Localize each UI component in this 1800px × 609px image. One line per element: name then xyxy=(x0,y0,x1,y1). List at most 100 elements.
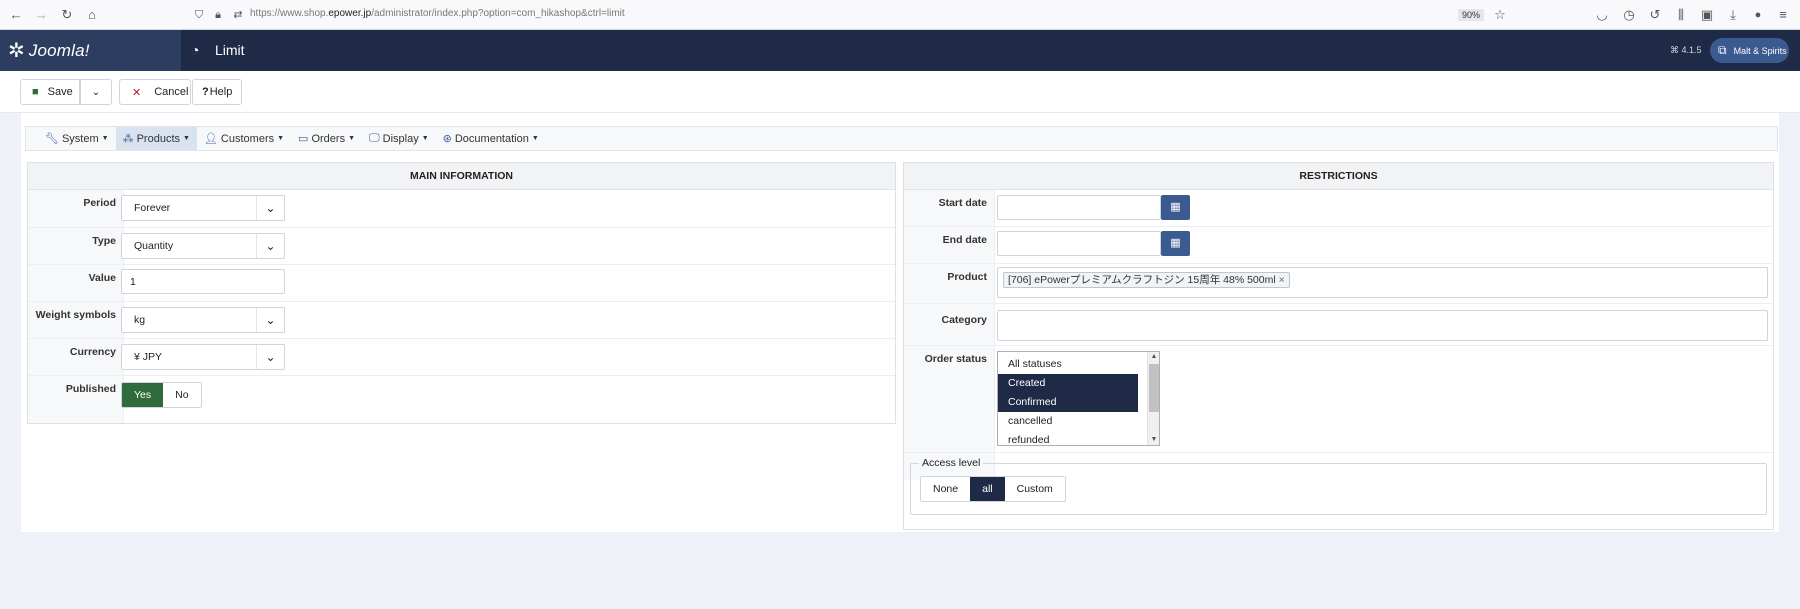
save-disk-icon: ■ xyxy=(32,86,39,98)
library-icon[interactable]: ⫼ xyxy=(1673,7,1689,23)
chevron-down-icon: ⌄ xyxy=(256,234,284,258)
product-multiselect[interactable]: [706] ePowerプレミアムクラフトジン 15周年 48% 500ml × xyxy=(997,267,1768,298)
zoom-level[interactable]: 90% xyxy=(1458,9,1485,21)
order-status-label: Order status xyxy=(924,353,987,365)
dashboard-gauge-icon: ◔ xyxy=(191,42,200,58)
forward-arrow-icon[interactable]: → xyxy=(33,7,49,23)
start-date-input[interactable] xyxy=(997,195,1161,220)
order-status-option[interactable]: Confirmed xyxy=(998,393,1138,412)
site-link-button[interactable]: ⧉ Malt & Spirits xyxy=(1710,38,1789,63)
version-label: ⌘ 4.1.5 xyxy=(1670,45,1702,55)
scroll-down-icon[interactable]: ▼ xyxy=(1148,435,1159,445)
type-row: Type Quantity ⌄ xyxy=(28,228,895,265)
menu-label: Documentation xyxy=(454,132,529,145)
currency-select[interactable]: ¥ JPY ⌄ xyxy=(121,344,285,370)
page-title: Limit xyxy=(215,42,245,58)
home-icon[interactable]: ⌂ xyxy=(84,7,100,23)
published-no-button[interactable]: No xyxy=(163,383,201,407)
reload-icon[interactable]: ↻ xyxy=(59,7,75,23)
permissions-icon[interactable]: ⇄ xyxy=(230,7,246,23)
chevron-down-icon: ⌄ xyxy=(91,86,101,98)
scroll-up-icon[interactable]: ▲ xyxy=(1148,352,1159,362)
weight-select[interactable]: kg ⌄ xyxy=(121,307,285,333)
lifebuoy-icon: ⊛ xyxy=(442,133,452,145)
value-row: Value 1 xyxy=(28,265,895,302)
scrollbar-thumb[interactable] xyxy=(1149,364,1159,412)
help-question-icon: ? xyxy=(202,86,209,98)
order-status-option[interactable]: cancelled xyxy=(998,412,1159,431)
cancel-label: Cancel xyxy=(154,86,189,98)
access-none-button[interactable]: None xyxy=(921,477,971,501)
cubes-icon: ⁂ xyxy=(122,133,134,145)
menu-item-system[interactable]: 🔧︎ System ▼ xyxy=(38,127,116,150)
user-icon: 👤︎ xyxy=(203,133,218,145)
end-date-row: End date ▦ xyxy=(904,227,1773,264)
history-icon[interactable]: ◷ xyxy=(1621,7,1637,23)
calendar-icon[interactable]: ▦ xyxy=(1161,195,1190,220)
menu-item-documentation[interactable]: ⊛ Documentation ▼ xyxy=(436,127,546,150)
menu-item-products[interactable]: ⁂ Products ▼ xyxy=(115,127,197,150)
address-bar[interactable]: https://www.shop.epower.jp/administrator… xyxy=(250,8,625,19)
weight-symbols-label: Weight symbols xyxy=(35,309,116,321)
product-tag: [706] ePowerプレミアムクラフトジン 15周年 48% 500ml × xyxy=(1003,272,1290,288)
type-select[interactable]: Quantity ⌄ xyxy=(121,233,285,259)
value-input[interactable]: 1 xyxy=(121,269,285,294)
published-label: Published xyxy=(65,383,116,395)
extensions-icon[interactable]: ⤓ xyxy=(1725,7,1741,23)
screenshot-icon[interactable]: ▣ xyxy=(1699,7,1715,23)
published-toggle: Yes No xyxy=(121,382,202,408)
order-status-option[interactable]: All statuses xyxy=(998,355,1159,374)
end-date-input[interactable] xyxy=(997,231,1161,256)
wrench-icon: 🔧︎ xyxy=(45,133,59,145)
menu-item-display[interactable]: 🖵︎ Display ▼ xyxy=(362,127,436,150)
start-date-row: Start date ▦ xyxy=(904,190,1773,227)
order-status-option[interactable]: refunded xyxy=(998,431,1159,445)
currency-value: ¥ JPY xyxy=(134,351,163,363)
menu-icon[interactable]: ≡ xyxy=(1775,7,1791,23)
help-button[interactable]: ? Help xyxy=(192,79,242,105)
pocket-icon[interactable]: ◡ xyxy=(1594,7,1610,23)
main-information-panel: MAIN INFORMATION Period Forever ⌄ Type Q… xyxy=(27,162,896,424)
url-domain: epower.jp xyxy=(328,8,372,19)
order-status-option[interactable]: Created xyxy=(998,374,1138,393)
end-date-label: End date xyxy=(942,234,987,246)
sync-icon[interactable]: ↺ xyxy=(1647,7,1663,23)
help-label: Help xyxy=(209,86,233,98)
published-yes-button[interactable]: Yes xyxy=(122,383,164,407)
save-dropdown-toggle[interactable]: ⌄ xyxy=(80,79,112,105)
cancel-button[interactable]: ✕ Cancel xyxy=(119,79,191,105)
credit-card-icon: ▭ xyxy=(298,133,309,145)
access-level-toggle: None all Custom xyxy=(920,476,1066,502)
save-label: Save xyxy=(47,86,73,98)
order-status-row: Order status All statuses Created Confir… xyxy=(904,346,1773,453)
order-status-listbox[interactable]: All statuses Created Confirmed cancelled… xyxy=(997,351,1160,446)
listbox-scrollbar[interactable]: ▲ ▼ xyxy=(1147,352,1159,445)
save-button[interactable]: ■ Save xyxy=(20,79,80,105)
type-value: Quantity xyxy=(134,240,174,252)
product-tag-label: [706] ePowerプレミアムクラフトジン 15周年 48% 500ml xyxy=(1008,274,1276,286)
restrictions-heading: RESTRICTIONS xyxy=(904,163,1773,190)
period-label: Period xyxy=(83,197,116,209)
back-arrow-icon[interactable]: ← xyxy=(8,7,24,23)
period-row: Period Forever ⌄ xyxy=(28,190,895,228)
access-custom-button[interactable]: Custom xyxy=(1004,477,1065,501)
category-input[interactable] xyxy=(997,310,1768,341)
access-all-button[interactable]: all xyxy=(970,477,1005,501)
lock-icon[interactable]: 🔒︎ xyxy=(210,7,226,23)
product-label: Product xyxy=(947,271,987,283)
remove-tag-icon[interactable]: × xyxy=(1279,274,1285,286)
menu-item-customers[interactable]: 👤︎ Customers ▼ xyxy=(197,127,291,150)
menu-item-orders[interactable]: ▭ Orders ▼ xyxy=(291,127,362,150)
account-icon[interactable]: ● xyxy=(1750,7,1766,23)
category-row: Category xyxy=(904,304,1773,346)
close-icon: ✕ xyxy=(132,86,142,99)
currency-row: Currency ¥ JPY ⌄ xyxy=(28,339,895,376)
bookmark-star-icon[interactable]: ☆ xyxy=(1492,7,1508,23)
url-path: /administrator/index.php?option=com_hika… xyxy=(371,8,625,19)
joomla-logo[interactable]: ✲ Joomla! xyxy=(0,30,181,71)
shield-icon[interactable]: ⛉ xyxy=(191,7,207,23)
joomla-logo-icon: ✲ xyxy=(8,40,25,62)
currency-label: Currency xyxy=(69,346,116,358)
calendar-icon[interactable]: ▦ xyxy=(1161,231,1190,256)
period-select[interactable]: Forever ⌄ xyxy=(121,195,285,221)
